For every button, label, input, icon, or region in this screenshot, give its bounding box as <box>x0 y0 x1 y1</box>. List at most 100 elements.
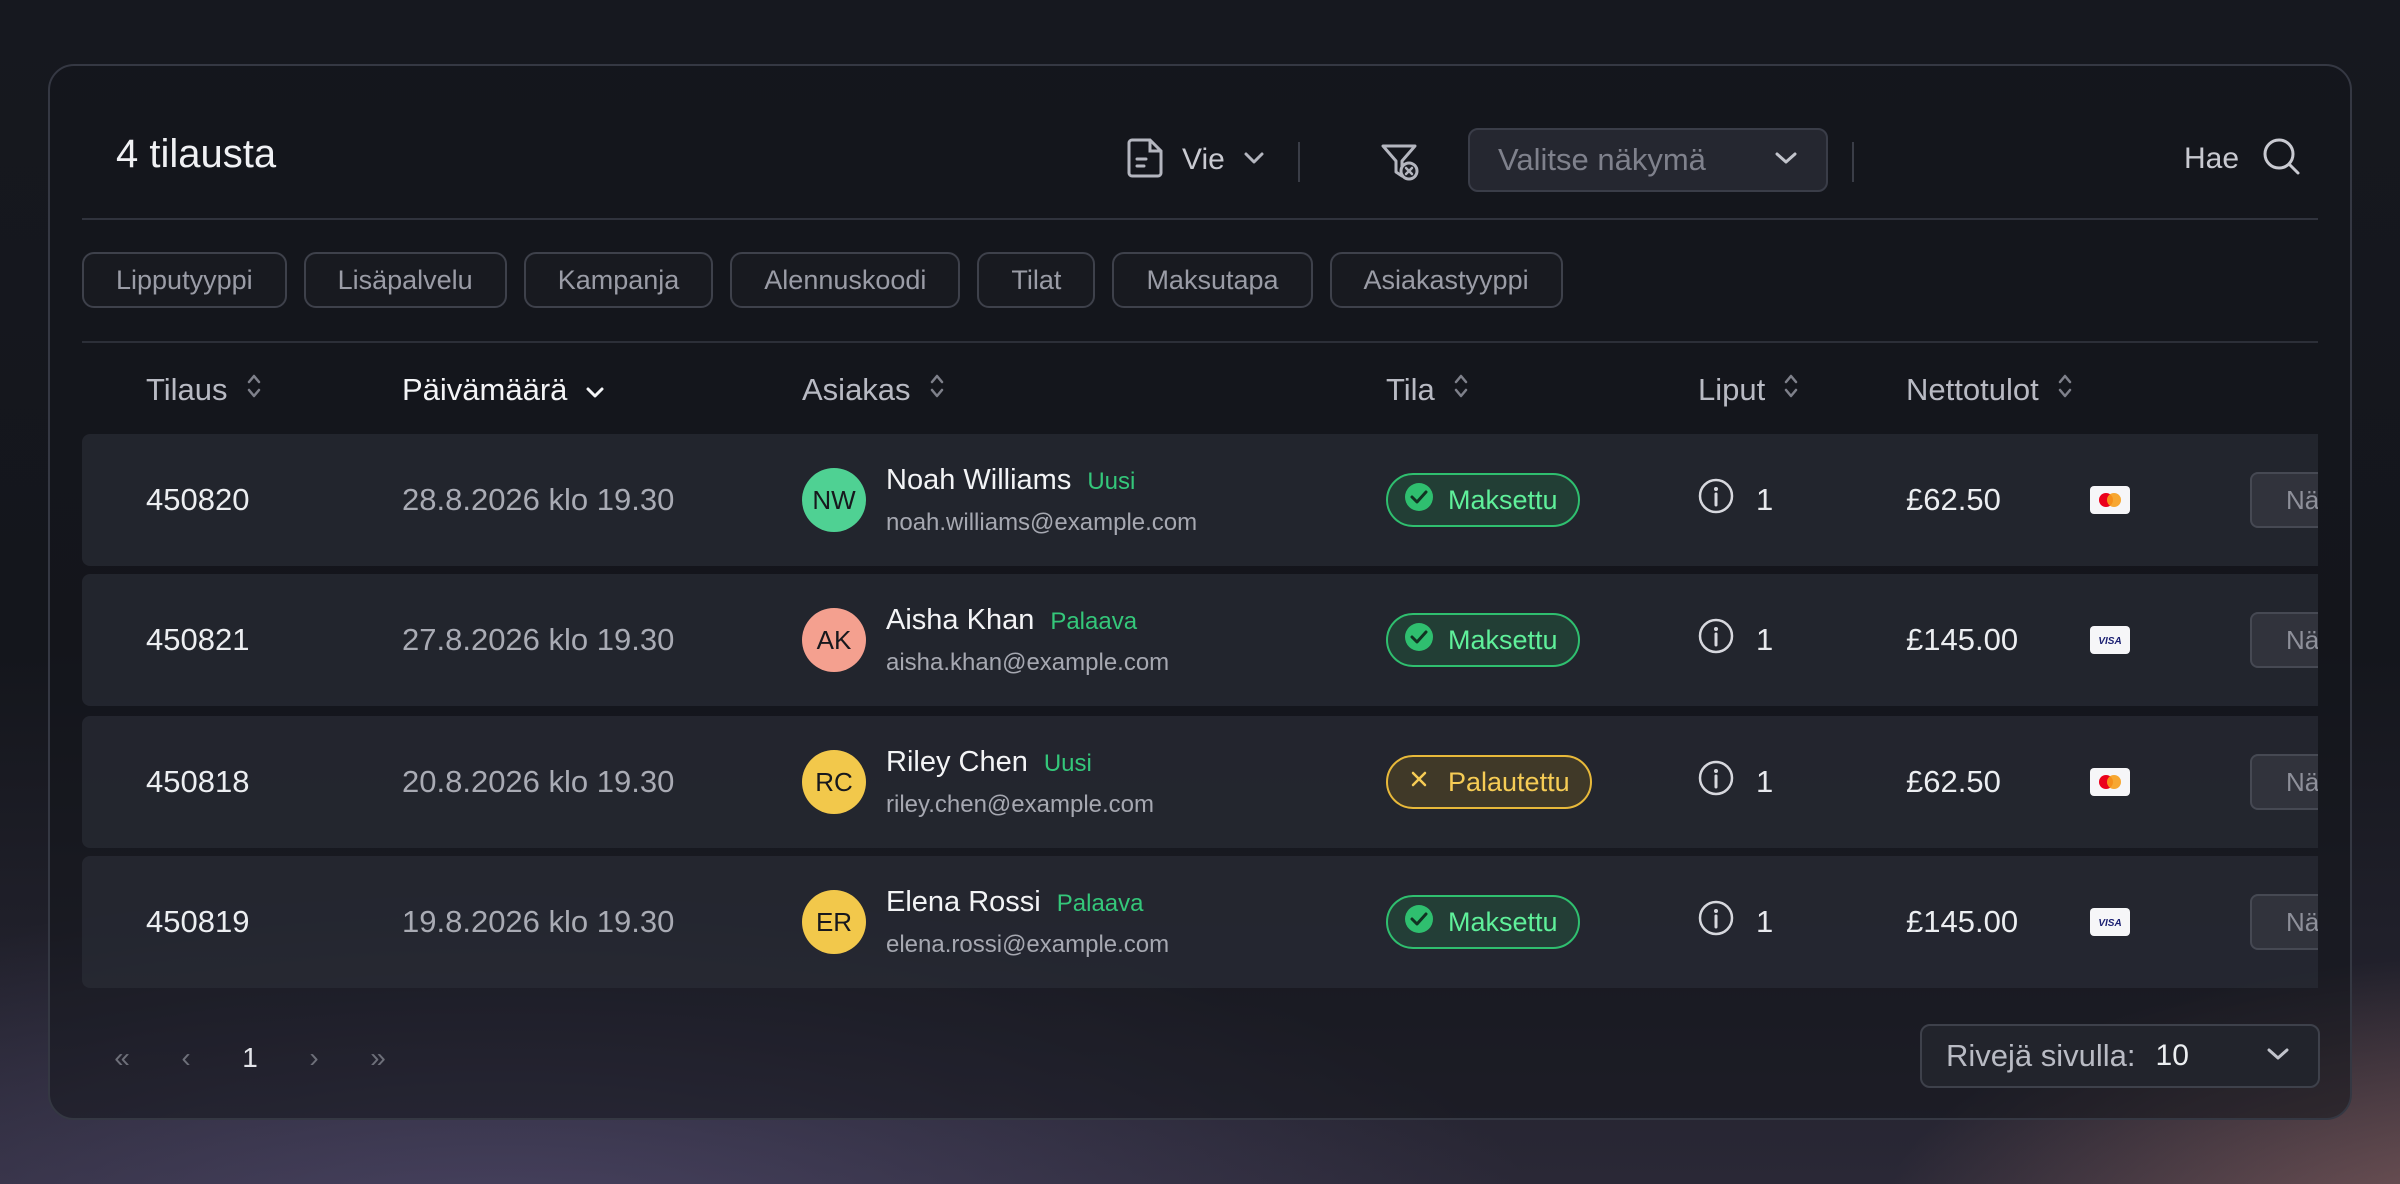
info-icon[interactable] <box>1698 760 1734 804</box>
tickets-cell[interactable]: 1 <box>1698 716 1773 848</box>
customer-details: Aisha Khan Palaava aisha.khan@example.co… <box>886 604 1169 677</box>
view-select-placeholder: Valitse näkymä <box>1498 142 1706 177</box>
column-header-order[interactable]: Tilaus <box>146 360 262 420</box>
divider <box>1298 142 1300 182</box>
customer-details: Noah Williams Uusi noah.williams@example… <box>886 464 1197 537</box>
view-order-button[interactable]: Näytä <box>2250 472 2318 528</box>
sort-desc-icon <box>585 372 605 408</box>
column-header-status[interactable]: Tila <box>1386 360 1469 420</box>
column-header-label: Asiakas <box>802 372 911 407</box>
column-header-net-revenue[interactable]: Nettotulot <box>1906 360 2073 420</box>
customer-type-badge: Palaava <box>1056 889 1144 917</box>
customer-type-badge: Uusi <box>1043 749 1092 777</box>
action-cell: Näytä <box>2250 574 2318 706</box>
column-header-customer[interactable]: Asiakas <box>802 360 945 420</box>
sort-icon <box>1453 372 1469 408</box>
info-icon[interactable] <box>1698 618 1734 662</box>
ticket-count: 1 <box>1756 904 1774 939</box>
column-header-label: Tilaus <box>146 372 228 407</box>
sort-icon <box>2057 372 2073 408</box>
page-number-button[interactable]: 1 <box>218 1026 282 1090</box>
visa-icon: VISA <box>2090 626 2130 654</box>
status-cell: Palautettu <box>1386 716 1592 848</box>
payment-card: VISA <box>2090 856 2130 988</box>
customer-name: Noah Williams <box>886 463 1072 496</box>
rows-per-page-select[interactable]: Rivejä sivulla: 10 <box>1920 1024 2320 1088</box>
table-row[interactable]: 450818 20.8.2026 klo 19.30 RC Riley Chen… <box>82 716 2318 848</box>
customer-cell: RC Riley Chen Uusi riley.chen@example.co… <box>802 716 1154 848</box>
order-date: 28.8.2026 klo 19.30 <box>402 482 675 517</box>
search-button[interactable]: Hae <box>2184 136 2301 181</box>
toolbar: 4 tilausta Vie Valitse näkymä Hae <box>82 66 2318 220</box>
table-row[interactable]: 450821 27.8.2026 klo 19.30 AK Aisha Khan… <box>82 574 2318 706</box>
tickets-cell[interactable]: 1 <box>1698 434 1773 566</box>
customer-name-line: Noah Williams Uusi <box>886 464 1197 497</box>
filter-chip-discount-code[interactable]: Alennuskoodi <box>730 252 961 308</box>
orders-panel: 4 tilausta Vie Valitse näkymä Hae Lipput… <box>48 64 2352 1120</box>
table-row[interactable]: 450819 19.8.2026 klo 19.30 ER Elena Ross… <box>82 856 2318 988</box>
filter-chip-campaign[interactable]: Kampanja <box>523 252 714 308</box>
filter-chip-ticket-type[interactable]: Lipputyyppi <box>82 252 287 308</box>
next-page-button[interactable]: › <box>282 1026 346 1090</box>
net-revenue: £145.00 <box>1906 622 2019 657</box>
rows-per-page-value: 10 <box>2155 1039 2189 1072</box>
order-number: 450818 <box>146 764 250 799</box>
net-revenue: £145.00 <box>1906 904 2019 939</box>
tickets-cell[interactable]: 1 <box>1698 856 1773 988</box>
filter-chip-status[interactable]: Tilat <box>977 252 1096 308</box>
view-select[interactable]: Valitse näkymä <box>1468 128 1828 192</box>
mastercard-icon <box>2090 486 2130 514</box>
customer-cell: NW Noah Williams Uusi noah.williams@exam… <box>802 434 1197 566</box>
customer-type-badge: Uusi <box>1087 467 1136 495</box>
avatar: ER <box>802 890 866 954</box>
column-header-date[interactable]: Päivämäärä <box>402 360 605 420</box>
info-icon[interactable] <box>1698 900 1734 944</box>
export-button[interactable]: Vie <box>1126 136 1265 184</box>
previous-page-button[interactable]: ‹ <box>154 1026 218 1090</box>
clear-filter-icon[interactable] <box>1380 142 1420 187</box>
search-label: Hae <box>2184 141 2240 175</box>
payment-card: VISA <box>2090 574 2130 706</box>
first-page-button[interactable]: « <box>90 1026 154 1090</box>
view-order-button[interactable]: Näytä <box>2250 612 2318 668</box>
table-row[interactable]: 450820 28.8.2026 klo 19.30 NW Noah Willi… <box>82 434 2318 566</box>
filter-chip-addon[interactable]: Lisäpalvelu <box>303 252 507 308</box>
filter-chip-payment-method[interactable]: Maksutapa <box>1112 252 1313 308</box>
filter-chip-customer-type[interactable]: Asiakastyyppi <box>1329 252 1563 308</box>
view-order-button[interactable]: Näytä <box>2250 754 2318 810</box>
status-badge: Palautettu <box>1386 755 1592 809</box>
column-header-label: Päivämäärä <box>402 372 568 407</box>
customer-name: Aisha Khan <box>886 603 1035 636</box>
chevron-down-icon <box>1243 151 1265 170</box>
net-revenue: £62.50 <box>1906 764 2001 799</box>
view-order-button[interactable]: Näytä <box>2250 894 2318 950</box>
customer-name: Elena Rossi <box>886 885 1041 918</box>
net-revenue: £62.50 <box>1906 482 2001 517</box>
payment-card <box>2090 716 2130 848</box>
sort-icon <box>246 372 262 408</box>
status-label: Maksettu <box>1448 906 1558 937</box>
last-page-button[interactable]: » <box>346 1026 410 1090</box>
check-circle-icon <box>1404 482 1434 519</box>
column-header-tickets[interactable]: Liput <box>1698 360 1799 420</box>
info-icon[interactable] <box>1698 478 1734 522</box>
action-cell: Näytä <box>2250 716 2318 848</box>
tickets-cell[interactable]: 1 <box>1698 574 1773 706</box>
svg-text:VISA: VISA <box>2098 636 2121 647</box>
order-number: 450820 <box>146 482 250 517</box>
ticket-count: 1 <box>1756 764 1774 799</box>
document-icon <box>1126 137 1164 184</box>
mastercard-icon <box>2090 768 2130 796</box>
column-header-label: Nettotulot <box>1906 372 2039 407</box>
order-number: 450821 <box>146 622 250 657</box>
customer-email: elena.rossi@example.com <box>886 930 1170 958</box>
sort-icon <box>1783 372 1799 408</box>
ticket-count: 1 <box>1756 482 1774 517</box>
avatar: RC <box>802 750 866 814</box>
pagination: « ‹ 1 › » <box>90 1026 410 1090</box>
orders-table-body: 450820 28.8.2026 klo 19.30 NW Noah Willi… <box>82 434 2318 994</box>
sort-icon <box>929 372 945 408</box>
customer-type-badge: Palaava <box>1050 607 1138 635</box>
table-header: Tilaus Päivämäärä Asiakas Tila Liput Net… <box>82 360 2318 420</box>
action-cell: Näytä <box>2250 856 2318 988</box>
